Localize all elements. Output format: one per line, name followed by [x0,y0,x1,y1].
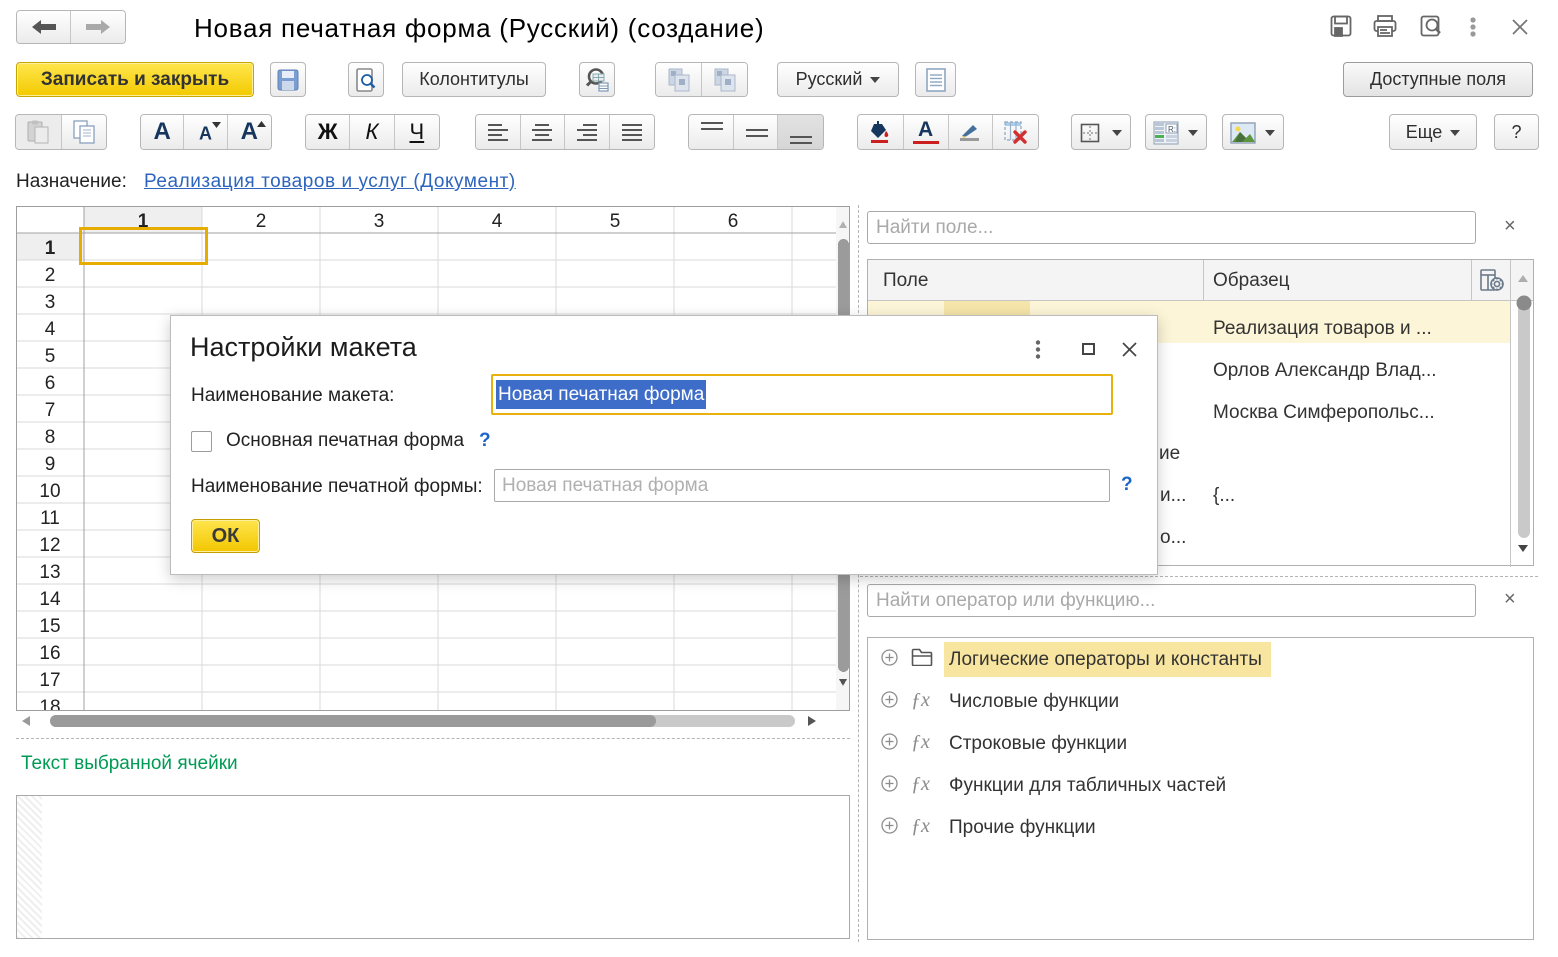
svg-text:14: 14 [39,589,61,610]
svg-text:6: 6 [45,373,56,394]
svg-text:11: 11 [40,508,60,529]
svg-text:13: 13 [39,562,60,583]
svg-text:12: 12 [39,535,60,556]
svg-text:9: 9 [45,454,56,475]
svg-text:15: 15 [39,616,60,637]
svg-text:6: 6 [728,211,739,232]
svg-text:5: 5 [610,211,621,232]
svg-text:8: 8 [45,427,56,448]
svg-text:3: 3 [45,292,56,313]
svg-text:2: 2 [45,265,56,286]
svg-text:R:: R: [1168,125,1176,134]
svg-text:1: 1 [45,238,56,259]
svg-text:3: 3 [374,211,385,232]
svg-text:17: 17 [39,670,60,691]
svg-text:4: 4 [492,211,503,232]
svg-text:7: 7 [45,400,56,421]
svg-text:18: 18 [39,697,60,711]
svg-text:4: 4 [45,319,56,340]
svg-text:2: 2 [256,211,267,232]
svg-text:10: 10 [39,481,60,502]
svg-text:16: 16 [39,643,60,664]
svg-text:5: 5 [45,346,56,367]
